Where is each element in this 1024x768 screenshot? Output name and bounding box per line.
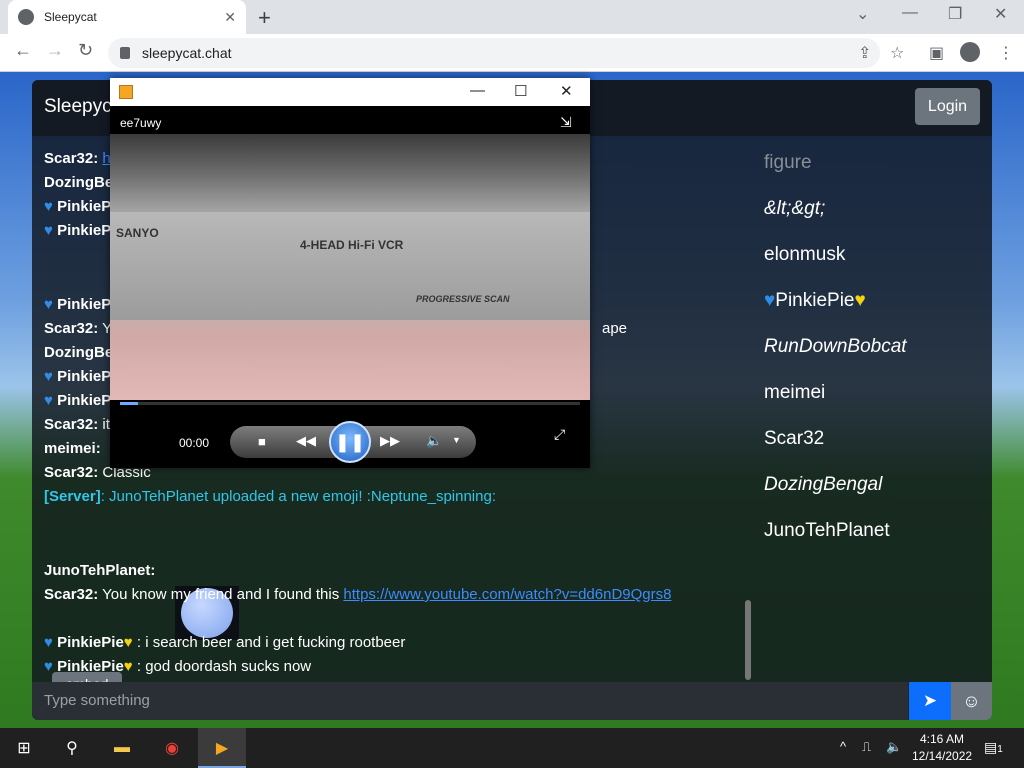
media-player-window: — ☐ ✕ ee7uwy ⇲ SANYO 4-HEAD Hi-Fi VCR PR… [110, 78, 590, 468]
pause-button[interactable]: ❚❚ [329, 421, 371, 463]
blue-heart-icon: ♥ [44, 368, 53, 385]
vcr-brand: SANYO [116, 226, 159, 240]
volume-icon[interactable]: 🔈 [426, 433, 442, 449]
side-panel-icon[interactable]: ▣ [929, 43, 944, 63]
seek-bar[interactable] [120, 402, 580, 405]
player-close-button[interactable]: ✕ [560, 82, 573, 100]
chat-message: DozingBe [44, 174, 114, 191]
user-list-item[interactable]: DozingBengal [764, 474, 882, 496]
restore-button[interactable]: ❐ [948, 4, 962, 24]
switch-to-library-icon[interactable]: ⤢ [554, 426, 565, 443]
tab-close-icon[interactable]: ✕ [224, 9, 236, 26]
user-list-item[interactable]: RunDownBobcat [764, 336, 907, 358]
chat-message: ♥ PinkiePie♥ : i search beer and i get f… [44, 634, 406, 651]
user-list-item[interactable]: ♥PinkiePie♥ [764, 290, 866, 312]
yellow-heart-icon: ♥ [123, 658, 133, 675]
blue-heart-icon: ♥ [44, 392, 53, 409]
omnibox[interactable]: sleepycat.chat [108, 38, 880, 68]
blue-heart-icon: ♥ [44, 198, 53, 215]
player-minimize-button[interactable]: — [470, 82, 485, 99]
user-list-item[interactable]: Scar32 [764, 428, 824, 450]
browser-tabbar: Sleepycat ✕ + ⌄ — ❐ ✕ [0, 0, 1024, 34]
chat-message: Scar32: it [44, 416, 110, 433]
search-icon[interactable]: ⚲ [60, 736, 84, 760]
vcr-scan-label: PROGRESSIVE SCAN [416, 294, 510, 304]
chat-message: ♥ PinkiePie♥ : god doordash sucks now [44, 658, 312, 675]
yellow-heart-icon: ♥ [854, 290, 866, 311]
fast-forward-icon[interactable]: ▶▶ [380, 433, 400, 449]
stop-icon[interactable]: ■ [258, 434, 266, 449]
windows-taskbar: ⊞ ⚲ ▬ ◉ ▶ ^ ⎍ 🔈 4:16 AM 12/14/2022 ▤1 [0, 728, 1024, 768]
chat-message: Scar32: h [44, 150, 111, 167]
media-title: ee7uwy [120, 116, 162, 130]
server-message: [Server]: JunoTehPlanet uploaded a new e… [44, 488, 496, 505]
site-favicon-icon [18, 9, 34, 25]
message-input[interactable]: Type something [32, 682, 908, 720]
user-list-item[interactable]: elonmusk [764, 244, 845, 266]
share-icon[interactable]: ⇪ [858, 43, 871, 63]
video-frame[interactable]: SANYO 4-HEAD Hi-Fi VCR PROGRESSIVE SCAN [110, 134, 590, 400]
media-player-icon: ▶ [215, 740, 229, 757]
player-titlebar[interactable]: — ☐ ✕ [110, 78, 590, 106]
volume-tray-icon[interactable]: 🔈 [886, 739, 902, 755]
blue-heart-icon: ♥ [44, 296, 53, 313]
send-icon[interactable]: ➤ [909, 682, 951, 720]
blue-heart-icon: ♥ [44, 634, 53, 651]
chat-message: JunoTehPlanet: [44, 562, 156, 579]
volume-dropdown-icon[interactable]: ▼ [452, 435, 461, 445]
lock-icon[interactable] [120, 47, 130, 59]
rewind-icon[interactable]: ◀◀ [296, 433, 316, 449]
notification-icon[interactable]: ▤1 [984, 739, 1003, 756]
system-clock[interactable]: 4:16 AM 12/14/2022 [912, 731, 972, 765]
blue-heart-icon: ♥ [764, 290, 776, 311]
blue-heart-icon: ♥ [44, 658, 53, 675]
media-player-icon [119, 85, 133, 99]
login-button[interactable]: Login [915, 88, 980, 125]
chat-message: Scar32: You know my friend and I found t… [44, 586, 672, 603]
bookmark-star-icon[interactable]: ☆ [890, 43, 904, 63]
tray-chevron-icon[interactable]: ^ [840, 739, 846, 754]
tab-title: Sleepycat [44, 10, 97, 24]
file-explorer-icon[interactable]: ▬ [110, 736, 134, 760]
tab-search-icon[interactable]: ⌄ [856, 4, 869, 24]
media-player-taskbar-button[interactable]: ▶ [198, 728, 246, 768]
user-list-item[interactable]: JunoTehPlanet [764, 520, 890, 542]
back-arrow-icon[interactable]: ← [14, 40, 32, 61]
profile-avatar-icon[interactable] [960, 42, 980, 62]
user-list-item[interactable]: meimei [764, 382, 825, 404]
chat-message: meimei: [44, 440, 101, 457]
start-windows-icon[interactable]: ⊞ [12, 736, 36, 760]
minimize-button[interactable]: — [902, 4, 918, 22]
blue-heart-icon: ♥ [44, 222, 53, 239]
vcr-image: SANYO 4-HEAD Hi-Fi VCR PROGRESSIVE SCAN [110, 212, 590, 320]
vcr-label: 4-HEAD Hi-Fi VCR [300, 238, 404, 252]
user-list-item[interactable]: figure [764, 152, 812, 174]
user-list-item[interactable]: &lt;&gt; [764, 198, 825, 220]
menu-kebab-icon[interactable]: ⋮ [998, 43, 1014, 63]
chrome-icon[interactable]: ◉ [160, 736, 184, 760]
address-toolbar: ← → ↻ sleepycat.chat ⇪ ☆ ▣ ⋮ [0, 34, 1024, 72]
network-icon[interactable]: ⎍ [862, 739, 871, 755]
url-text[interactable]: sleepycat.chat [142, 45, 232, 61]
exit-fullscreen-icon[interactable]: ⇲ [560, 114, 572, 131]
youtube-link[interactable]: https://www.youtube.com/watch?v=dd6nD9Qg… [343, 586, 671, 603]
forward-arrow-icon[interactable]: → [46, 40, 64, 61]
emoji-picker-icon[interactable]: ☺ [951, 682, 992, 720]
chat-message-fragment: ape [602, 320, 628, 337]
chat-message: Scar32: Y [44, 320, 113, 337]
yellow-heart-icon: ♥ [123, 634, 133, 651]
seek-bar-fill [120, 402, 139, 405]
chat-scrollbar[interactable] [745, 600, 751, 680]
new-tab-button[interactable]: + [258, 5, 271, 31]
browser-tab[interactable]: Sleepycat ✕ [8, 0, 246, 34]
playback-time: 00:00 [179, 436, 210, 450]
chat-message: DozingBe [44, 344, 114, 361]
reload-icon[interactable]: ↻ [78, 40, 93, 61]
close-window-button[interactable]: ✕ [994, 4, 1007, 24]
player-maximize-button[interactable]: ☐ [514, 82, 527, 100]
